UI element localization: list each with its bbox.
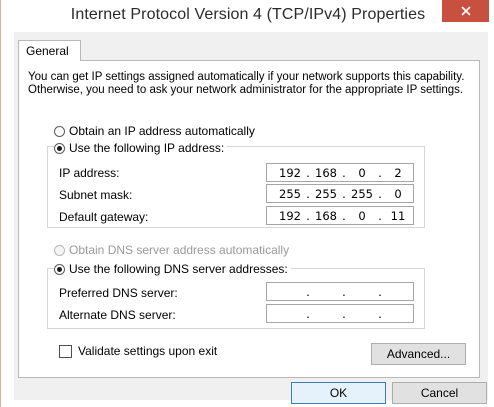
window-title: Internet Protocol Version 4 (TCP/IPv4) P… bbox=[70, 6, 426, 23]
radio-obtain-ip-auto[interactable]: Obtain an IP address automatically bbox=[54, 124, 255, 138]
ip-address-label: IP address: bbox=[59, 166, 120, 180]
radio-label: Use the following DNS server addresses: bbox=[69, 262, 288, 276]
radio-label: Obtain an IP address automatically bbox=[69, 124, 255, 138]
radio-button-checked[interactable] bbox=[54, 142, 65, 154]
ok-button[interactable]: OK bbox=[291, 382, 386, 404]
validate-settings-checkbox[interactable]: Validate settings upon exit bbox=[59, 344, 217, 358]
preferred-dns-label: Preferred DNS server: bbox=[59, 286, 178, 300]
radio-use-following-dns[interactable]: Use the following DNS server addresses: bbox=[54, 262, 291, 276]
radio-label: Use the following IP address: bbox=[69, 141, 225, 155]
dialog-window: Internet Protocol Version 4 (TCP/IPv4) P… bbox=[0, 0, 494, 407]
cancel-button[interactable]: Cancel bbox=[392, 382, 487, 404]
radio-obtain-dns-auto: Obtain DNS server address automatically bbox=[54, 243, 289, 257]
tab-general[interactable]: General bbox=[18, 40, 81, 61]
radio-button[interactable] bbox=[54, 125, 65, 137]
description-text: You can get IP settings assigned automat… bbox=[28, 71, 465, 96]
subnet-mask-input[interactable]: 255. 255. 255. 0 bbox=[266, 184, 414, 203]
close-button[interactable] bbox=[442, 0, 489, 22]
preferred-dns-input[interactable]: . . . bbox=[266, 282, 414, 301]
alternate-dns-label: Alternate DNS server: bbox=[59, 308, 176, 322]
checkbox-box[interactable] bbox=[59, 344, 72, 358]
advanced-button[interactable]: Advanced... bbox=[371, 343, 466, 365]
close-icon bbox=[460, 6, 471, 16]
subnet-mask-label: Subnet mask: bbox=[59, 188, 133, 202]
radio-use-following-ip[interactable]: Use the following IP address: bbox=[54, 141, 228, 155]
radio-button-checked[interactable] bbox=[54, 263, 65, 275]
default-gateway-label: Default gateway: bbox=[59, 210, 149, 224]
default-gateway-input[interactable]: 192. 168. 0. 11 bbox=[266, 206, 414, 225]
alternate-dns-input[interactable]: . . . bbox=[266, 304, 414, 323]
title-bar[interactable]: Internet Protocol Version 4 (TCP/IPv4) P… bbox=[1, 0, 494, 30]
radio-button-disabled bbox=[54, 244, 65, 256]
ip-address-input[interactable]: 192. 168. 0. 2 bbox=[266, 163, 414, 182]
checkbox-label: Validate settings upon exit bbox=[78, 344, 218, 358]
radio-label: Obtain DNS server address automatically bbox=[69, 243, 290, 257]
